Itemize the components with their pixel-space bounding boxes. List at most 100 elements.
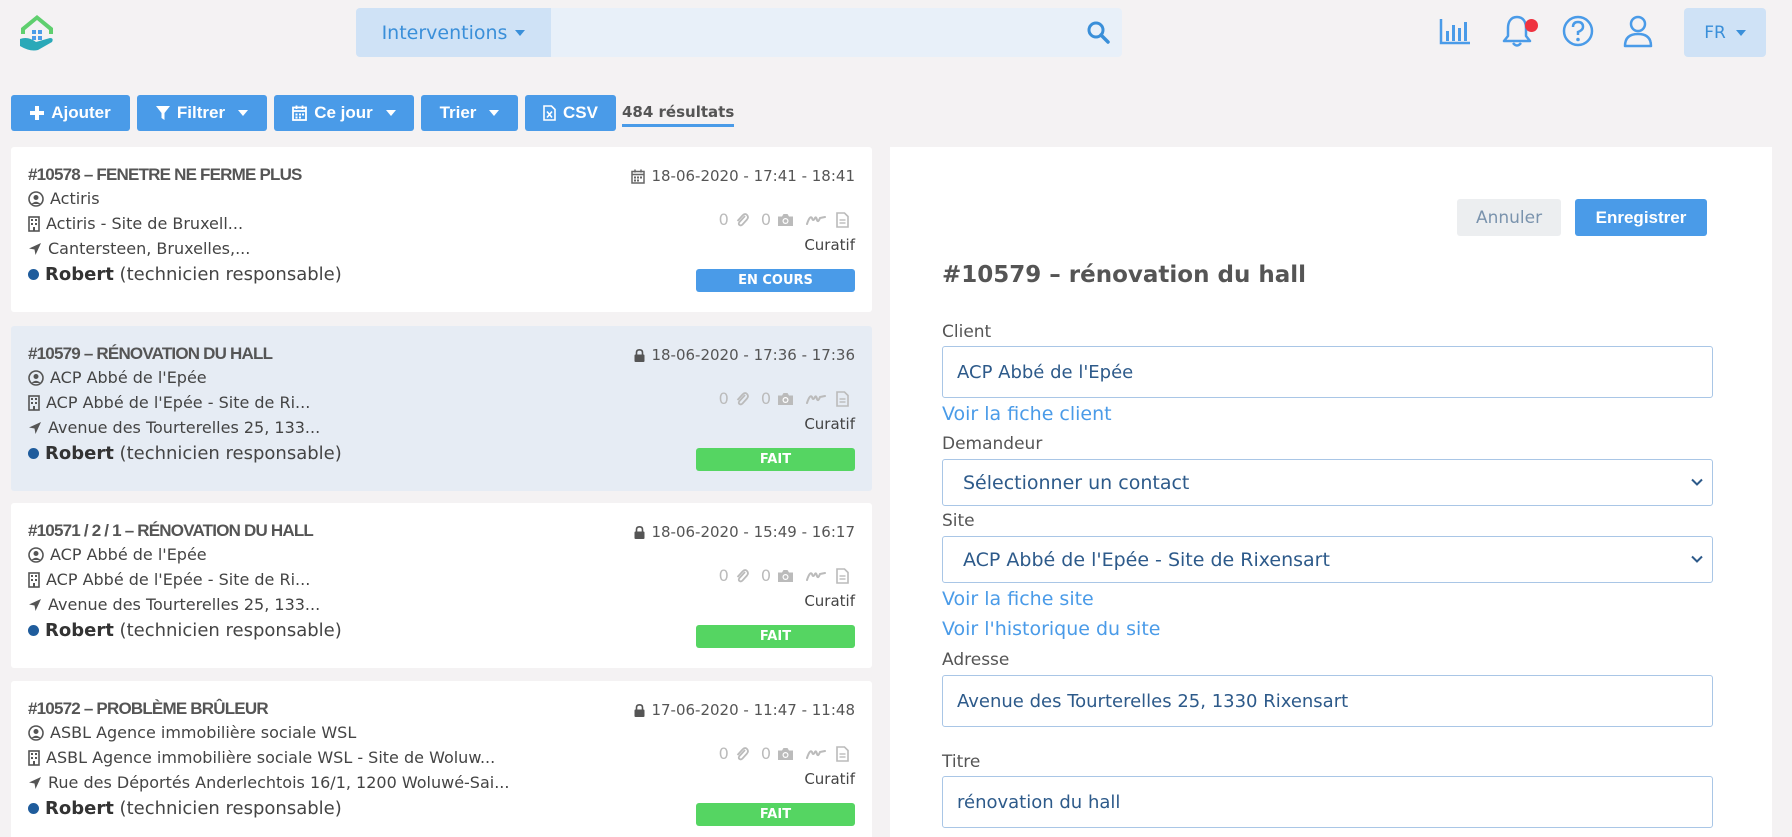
site-profile-link[interactable]: Voir la fiche site bbox=[942, 588, 1094, 610]
search-type-dropdown[interactable]: Interventions bbox=[356, 8, 551, 57]
notification-badge bbox=[1525, 19, 1538, 32]
card-address: Rue des Déportés Anderlechtois 16/1, 120… bbox=[28, 773, 509, 792]
card-date: 18-06-2020 - 17:36 - 17:36 bbox=[634, 346, 855, 364]
site-select[interactable]: ACP Abbé de l'Epée - Site de Rixensart bbox=[942, 536, 1713, 583]
caret-down-icon bbox=[515, 29, 526, 36]
lock-icon bbox=[634, 703, 645, 717]
requester-select[interactable]: Sélectionner un contact bbox=[942, 459, 1713, 506]
card-client-name: ACP Abbé de l'Epée bbox=[50, 545, 207, 564]
sort-button-label: Trier bbox=[439, 103, 477, 122]
card-date: 18-06-2020 - 15:49 - 16:17 bbox=[634, 523, 855, 541]
card-counters: 0 0 bbox=[719, 389, 849, 408]
card-counters: 0 0 bbox=[719, 210, 849, 229]
detail-title: #10579 – rénovation du hall bbox=[942, 262, 1307, 288]
user-circle-icon bbox=[28, 546, 44, 563]
chevron-down-icon bbox=[1691, 555, 1703, 563]
filter-icon bbox=[155, 105, 170, 120]
camera-icon bbox=[778, 392, 793, 405]
card-address-text: Avenue des Tourterelles 25, 133... bbox=[48, 418, 321, 437]
user-circle-icon bbox=[28, 369, 44, 386]
site-history-link[interactable]: Voir l'historique du site bbox=[942, 618, 1160, 640]
client-field[interactable]: ACP Abbé de l'Epée bbox=[942, 346, 1713, 398]
client-profile-link[interactable]: Voir la fiche client bbox=[942, 403, 1112, 425]
card-date-text: 17-06-2020 - 11:47 - 11:48 bbox=[651, 701, 855, 719]
app-logo-icon[interactable] bbox=[16, 12, 58, 54]
sort-button[interactable]: Trier bbox=[421, 95, 518, 131]
paperclip-icon bbox=[736, 391, 749, 405]
lock-icon bbox=[634, 348, 645, 362]
card-date-text: 18-06-2020 - 15:49 - 16:17 bbox=[651, 523, 855, 541]
title-label: Titre bbox=[942, 752, 981, 772]
signature-icon bbox=[806, 394, 826, 404]
chevron-down-icon bbox=[1691, 478, 1703, 486]
search-input[interactable] bbox=[554, 8, 1074, 57]
search-type-label: Interventions bbox=[381, 21, 508, 44]
card-title: #10578 – FENETRE NE FERME PLUS bbox=[28, 165, 302, 184]
save-button[interactable]: Enregistrer bbox=[1575, 199, 1707, 236]
attachment-count: 0 bbox=[718, 389, 729, 408]
stats-icon[interactable] bbox=[1437, 13, 1473, 49]
cancel-button[interactable]: Annuler bbox=[1457, 199, 1561, 236]
intervention-card[interactable]: #10572 – PROBLÈME BRÛLEUR 17-06-2020 - 1… bbox=[11, 681, 872, 837]
language-label: FR bbox=[1704, 22, 1726, 43]
technician-dot-icon bbox=[28, 269, 39, 280]
caret-down-icon bbox=[238, 110, 249, 116]
paperclip-icon bbox=[736, 746, 749, 760]
card-address-text: Avenue des Tourterelles 25, 133... bbox=[48, 595, 321, 614]
document-icon bbox=[836, 567, 849, 584]
intervention-card[interactable]: #10579 – RÉNOVATION DU HALL 18-06-2020 -… bbox=[11, 326, 872, 491]
photo-count: 0 bbox=[760, 210, 771, 229]
technician-name: Robert bbox=[45, 620, 114, 641]
intervention-card[interactable]: #10578 – FENETRE NE FERME PLUS 18-06-202… bbox=[11, 147, 872, 312]
intervention-card[interactable]: #10571 / 2 / 1 – RÉNOVATION DU HALL 18-0… bbox=[11, 503, 872, 668]
user-icon[interactable] bbox=[1620, 13, 1656, 49]
technician-role: (technicien responsable) bbox=[119, 798, 342, 819]
excel-file-icon bbox=[543, 105, 556, 121]
requester-label: Demandeur bbox=[942, 434, 1043, 454]
language-dropdown[interactable]: FR bbox=[1684, 8, 1766, 57]
building-icon bbox=[28, 749, 40, 766]
technician-name: Robert bbox=[45, 443, 114, 464]
card-title: #10571 / 2 / 1 – RÉNOVATION DU HALL bbox=[28, 521, 314, 540]
card-client: Actiris bbox=[28, 189, 100, 208]
technician-role: (technicien responsable) bbox=[119, 620, 342, 641]
card-counters: 0 0 bbox=[719, 566, 849, 585]
card-address: Avenue des Tourterelles 25, 133... bbox=[28, 595, 320, 614]
address-field[interactable]: Avenue des Tourterelles 25, 1330 Rixensa… bbox=[942, 675, 1713, 727]
photo-count: 0 bbox=[760, 389, 771, 408]
date-range-button[interactable]: Ce jour bbox=[274, 95, 414, 131]
add-button[interactable]: Ajouter bbox=[11, 95, 130, 131]
card-client: ACP Abbé de l'Epée bbox=[28, 545, 207, 564]
card-type: Curatif bbox=[804, 236, 855, 254]
photo-count: 0 bbox=[760, 744, 771, 763]
caret-down-icon bbox=[385, 110, 396, 116]
status-badge: FAIT bbox=[696, 803, 855, 826]
paperclip-icon bbox=[736, 568, 749, 582]
requester-select-value: Sélectionner un contact bbox=[963, 471, 1190, 494]
date-range-button-label: Ce jour bbox=[314, 103, 373, 122]
help-icon[interactable] bbox=[1560, 13, 1596, 49]
title-field[interactable]: rénovation du hall bbox=[942, 776, 1713, 828]
signature-icon bbox=[806, 571, 826, 581]
card-site: Actiris - Site de Bruxell... bbox=[28, 214, 243, 233]
card-technician: Robert (technicien responsable) bbox=[28, 798, 342, 819]
plus-icon bbox=[30, 106, 45, 120]
card-site: ACP Abbé de l'Epée - Site de Ri... bbox=[28, 393, 310, 412]
building-icon bbox=[28, 571, 40, 588]
card-counters: 0 0 bbox=[719, 744, 849, 763]
document-icon bbox=[836, 745, 849, 762]
card-site-name: ACP Abbé de l'Epée - Site de Ri... bbox=[46, 393, 311, 412]
status-badge: FAIT bbox=[696, 625, 855, 648]
status-badge: EN COURS bbox=[696, 269, 855, 292]
card-type: Curatif bbox=[804, 415, 855, 433]
calendar-icon bbox=[292, 105, 308, 121]
location-arrow-icon bbox=[29, 598, 41, 611]
site-select-value: ACP Abbé de l'Epée - Site de Rixensart bbox=[963, 548, 1330, 571]
filter-button[interactable]: Filtrer bbox=[137, 95, 267, 131]
building-icon bbox=[28, 394, 40, 411]
card-client-name: Actiris bbox=[50, 189, 100, 208]
search-icon[interactable] bbox=[1084, 18, 1114, 48]
card-site: ACP Abbé de l'Epée - Site de Ri... bbox=[28, 570, 310, 589]
csv-export-button[interactable]: CSV bbox=[525, 95, 616, 131]
attachment-count: 0 bbox=[718, 566, 729, 585]
